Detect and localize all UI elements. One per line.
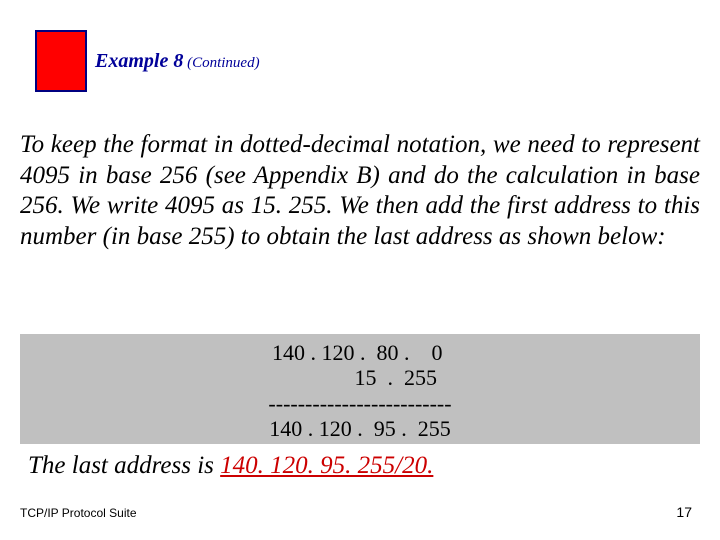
body-paragraph: To keep the format in dotted-decimal not…	[20, 130, 700, 252]
calculation-box: 140 . 120 . 80 . 0 15 . 255 ------------…	[20, 334, 700, 444]
last-address-line: The last address is 140. 120. 95. 255/20…	[28, 452, 433, 480]
last-address-value: 140. 120. 95. 255/20.	[220, 452, 433, 479]
calc-line-4: 140 . 120 . 95 . 255	[20, 416, 700, 441]
red-square-icon	[35, 30, 87, 92]
slide-header: Example 8 (Continued)	[35, 30, 260, 92]
page-number: 17	[676, 504, 692, 520]
example-title: Example 8 (Continued)	[95, 50, 260, 73]
last-address-prefix: The last address is	[28, 452, 220, 479]
footer-source: TCP/IP Protocol Suite	[20, 506, 137, 520]
calc-line-1: 140 . 120 . 80 . 0	[20, 340, 700, 365]
continued-label: (Continued)	[183, 55, 259, 71]
example-label: Example 8	[95, 50, 183, 72]
calc-line-2: 15 . 255	[20, 365, 700, 390]
calc-line-3: -------------------------	[20, 391, 700, 416]
